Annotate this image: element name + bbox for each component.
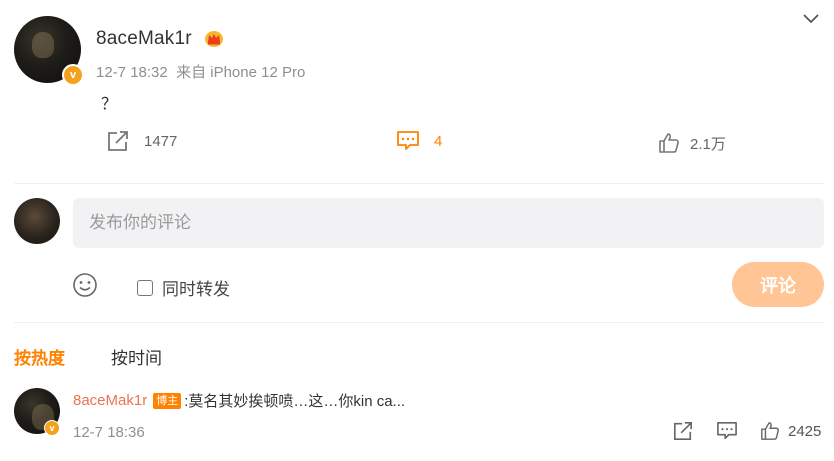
share-count: 1477 [144, 132, 178, 150]
repost-label: 同时转发 [162, 280, 230, 299]
repost-toggle[interactable]: 同时转发 [137, 275, 230, 300]
my-avatar[interactable] [14, 198, 60, 244]
comment-text: :莫名其妙挨顿喷…这…你kin ca... [184, 393, 406, 410]
chevron-down-icon[interactable] [802, 12, 820, 26]
comment-icon [396, 130, 420, 152]
author-badge: 博主 [153, 392, 182, 409]
crown-icon [204, 30, 224, 48]
post-content: ？ [101, 96, 118, 113]
comment-username[interactable]: 8aceMak1r [73, 392, 147, 409]
like-icon [658, 132, 680, 154]
like-count: 2.1万 [690, 135, 726, 153]
repost-checkbox[interactable] [137, 279, 153, 296]
list-item: 8aceMak1r 博主 :莫名其妙挨顿喷…这…你kin ca... [73, 390, 405, 411]
comment-time: 12-7 18:36 [73, 424, 145, 441]
like-icon [760, 421, 780, 441]
comment-like-button[interactable]: 2425 [760, 421, 821, 441]
verify-icon: v [62, 64, 84, 86]
comment-like-count: 2425 [788, 422, 822, 440]
share-icon [106, 130, 130, 152]
post-time[interactable]: 12-7 18:32 [96, 64, 168, 81]
author-name[interactable]: 8aceMak1r [96, 28, 192, 50]
post-source: 来自 iPhone 12 Pro [176, 64, 306, 81]
emoji-icon[interactable] [72, 272, 98, 298]
comment-icon[interactable] [716, 421, 738, 441]
divider [14, 183, 824, 184]
comment-button[interactable]: 4 [396, 130, 442, 152]
verify-icon: v [44, 420, 60, 436]
tab-sort-hot[interactable]: 按热度 [14, 344, 65, 369]
tab-sort-time[interactable]: 按时间 [111, 344, 162, 369]
post-meta: 12-7 18:32 来自 iPhone 12 Pro [96, 61, 305, 82]
comment-input[interactable] [73, 198, 824, 248]
share-icon[interactable] [672, 421, 694, 441]
comment-count: 4 [434, 132, 443, 150]
divider [14, 322, 824, 323]
share-button[interactable]: 1477 [106, 130, 177, 152]
like-button[interactable]: 2.1万 [658, 132, 726, 154]
submit-comment-button[interactable]: 评论 [732, 262, 824, 307]
comment-actions: 2425 [672, 421, 821, 441]
